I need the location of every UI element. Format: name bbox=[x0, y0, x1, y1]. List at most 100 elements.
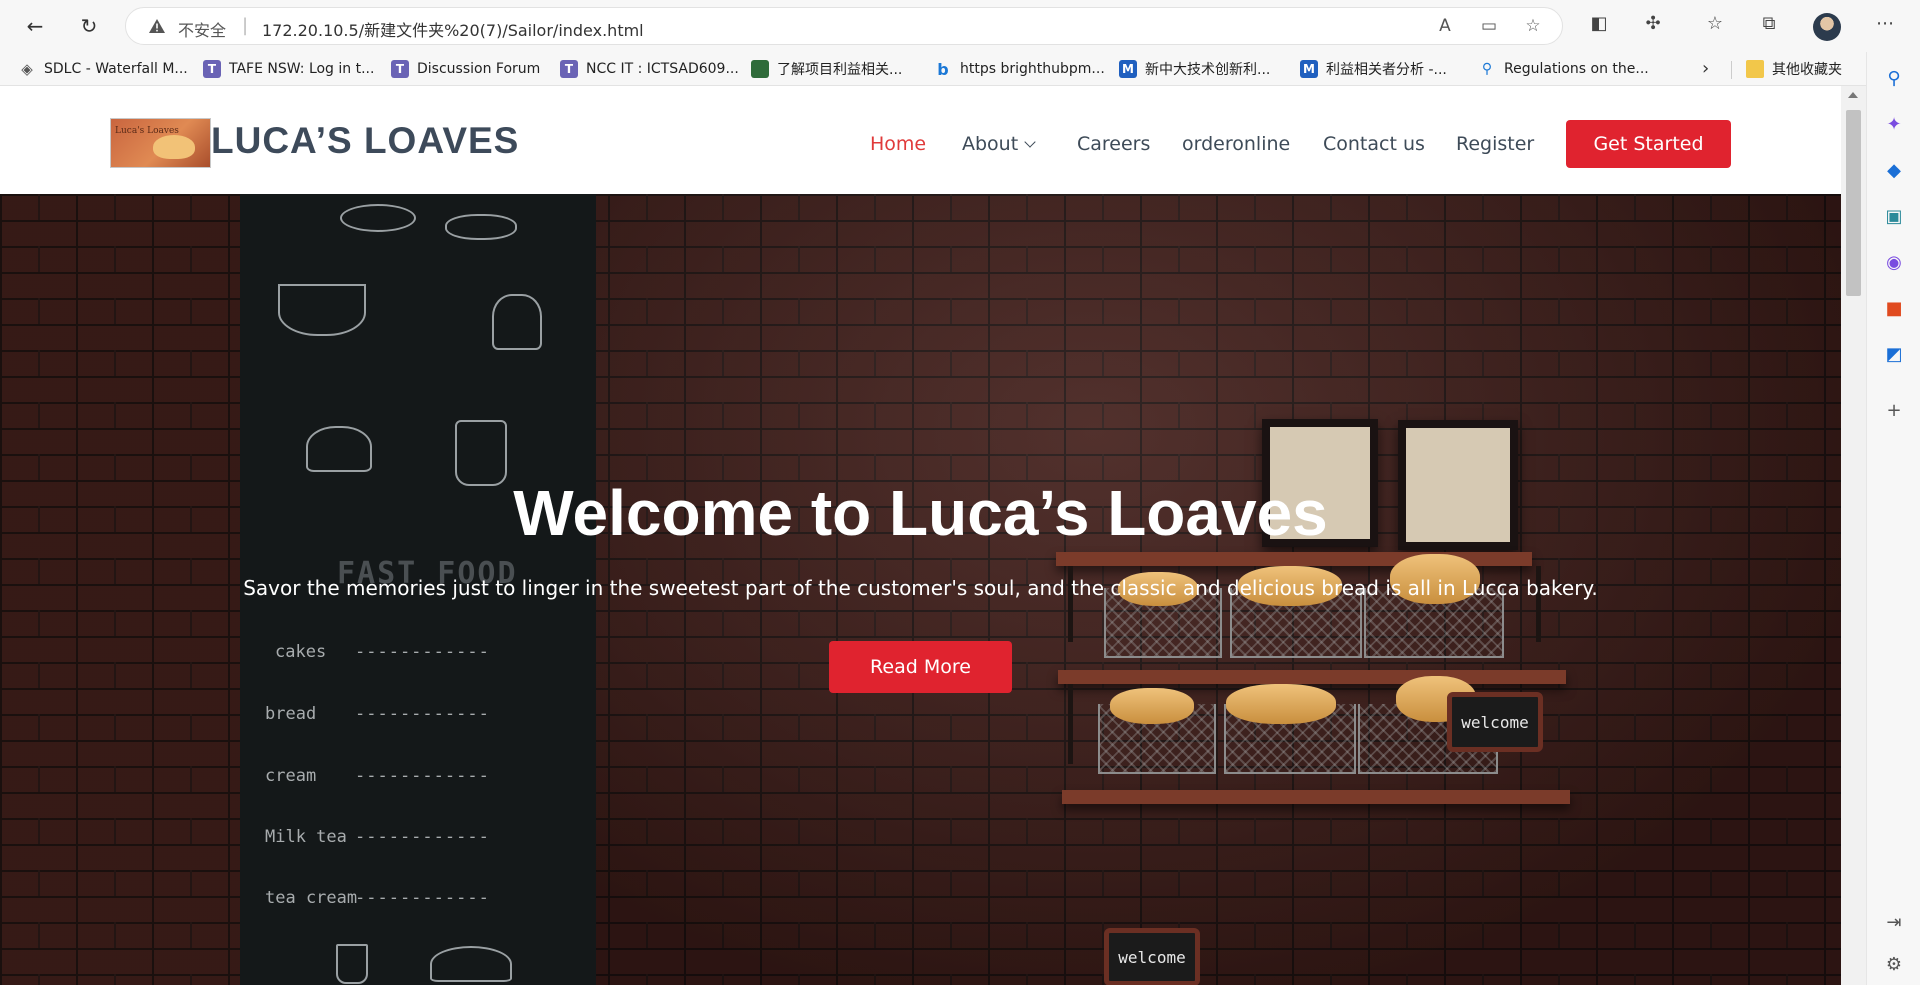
bookmark-label: https brighthubpm... bbox=[960, 61, 1105, 77]
diamond-icon: ◈ bbox=[21, 60, 33, 78]
folder-icon bbox=[1746, 60, 1764, 78]
t-logo-icon: T bbox=[391, 60, 409, 78]
m-logo-icon: M bbox=[1300, 60, 1318, 78]
website-viewport: Luca's Loaves LUCA’S LOAVES Home About C… bbox=[0, 86, 1841, 985]
warning-icon bbox=[149, 19, 165, 33]
menu-dashes: ------------ bbox=[355, 704, 490, 724]
browser-toolbar: ← ↻ 不安全 | 172.20.10.5/新建文件夹%20(7)/Sailor… bbox=[0, 0, 1920, 52]
nav-about-label: About bbox=[962, 133, 1019, 155]
bookmark-label: 利益相关者分析 -... bbox=[1326, 62, 1447, 78]
games-icon[interactable]: ◉ bbox=[1882, 250, 1906, 274]
drink-doodle-icon bbox=[336, 944, 368, 984]
bookmark-label: NCC IT : ICTSAD609... bbox=[586, 61, 739, 77]
bookmark-item[interactable]: M 新中大技术创新利... bbox=[1119, 59, 1270, 79]
refresh-icon[interactable]: ↻ bbox=[74, 11, 104, 41]
profile-avatar[interactable] bbox=[1813, 13, 1841, 41]
site-logo[interactable]: Luca's Loaves bbox=[110, 118, 211, 168]
burger-doodle-icon bbox=[306, 426, 372, 472]
bookmark-item[interactable]: T TAFE NSW: Log in t... bbox=[203, 59, 374, 79]
menu-item: cakes bbox=[275, 642, 327, 662]
app-available-icon[interactable]: ▭ bbox=[1478, 16, 1500, 38]
nav-home[interactable]: Home bbox=[870, 133, 926, 155]
hero-section: cakes bread cream Milk tea tea cream ---… bbox=[0, 194, 1841, 985]
chevron-right-icon[interactable]: › bbox=[1702, 58, 1709, 79]
outlook-icon[interactable]: ◩ bbox=[1882, 342, 1906, 366]
menu-item: cream bbox=[265, 766, 317, 786]
extensions-icon[interactable]: ✣ bbox=[1640, 13, 1666, 39]
read-more-button[interactable]: Read More bbox=[829, 641, 1012, 693]
bread-loaf-icon bbox=[153, 135, 195, 159]
bookmark-label: SDLC - Waterfall M... bbox=[44, 61, 188, 77]
menu-dashes: ------------ bbox=[355, 642, 490, 662]
bookmark-label: TAFE NSW: Log in t... bbox=[229, 61, 375, 77]
bookmark-item[interactable]: T NCC IT : ICTSAD609... bbox=[560, 59, 739, 79]
bookmark-item[interactable]: ◈ SDLC - Waterfall M... bbox=[18, 59, 188, 79]
shelf-bracket bbox=[1068, 684, 1073, 764]
bookmark-item[interactable]: 了解项目利益相关... bbox=[751, 59, 902, 79]
get-started-button[interactable]: Get Started bbox=[1566, 120, 1731, 168]
bread-loaf bbox=[1110, 688, 1194, 724]
burger-doodle-icon bbox=[492, 294, 542, 350]
bookmark-item[interactable]: M 利益相关者分析 -... bbox=[1300, 59, 1447, 79]
bookmark-label: 新中大技术创新利... bbox=[1145, 62, 1271, 78]
shopping-tag-icon[interactable]: ◆ bbox=[1882, 158, 1906, 182]
nav-about[interactable]: About bbox=[962, 133, 1036, 155]
croissant-doodle-icon bbox=[430, 946, 512, 982]
site-header: Luca's Loaves LUCA’S LOAVES Home About C… bbox=[0, 86, 1841, 194]
bookmark-label: Regulations on the... bbox=[1504, 61, 1649, 77]
url-text[interactable]: 172.20.10.5/新建文件夹%20(7)/Sailor/index.htm… bbox=[262, 17, 644, 41]
shelf bbox=[1062, 790, 1570, 804]
hero-subtitle: Savor the memories just to linger in the… bbox=[243, 576, 1598, 600]
menu-item: bread bbox=[265, 704, 317, 724]
read-aloud-icon[interactable]: A bbox=[1434, 16, 1456, 38]
collections-icon[interactable]: ⧉ bbox=[1756, 13, 1782, 39]
brand-name[interactable]: LUCA’S LOAVES bbox=[211, 120, 519, 162]
t-logo-icon: T bbox=[203, 60, 221, 78]
hero-title: Welcome to Luca’s Loaves bbox=[513, 477, 1328, 549]
t-logo-icon: T bbox=[560, 60, 578, 78]
bookmark-divider bbox=[1731, 61, 1732, 79]
favorite-star-icon[interactable]: ☆ bbox=[1522, 16, 1544, 38]
add-icon[interactable]: + bbox=[1882, 398, 1906, 422]
page-scrollbar[interactable] bbox=[1841, 86, 1866, 985]
hide-sidebar-icon[interactable]: ⇥ bbox=[1882, 910, 1906, 934]
bookmark-label: Discussion Forum bbox=[417, 61, 541, 77]
search-icon[interactable]: ⚲ bbox=[1882, 66, 1906, 90]
collections-split-icon[interactable]: ◧ bbox=[1586, 13, 1612, 39]
nav-contact[interactable]: Contact us bbox=[1323, 133, 1425, 155]
sandwich-doodle-icon bbox=[445, 214, 517, 240]
search-icon: ⚲ bbox=[1481, 61, 1493, 77]
more-menu-icon[interactable]: ⋯ bbox=[1872, 13, 1898, 39]
settings-gear-icon[interactable]: ⚙ bbox=[1882, 952, 1906, 976]
insecure-label: 不安全 bbox=[178, 21, 227, 40]
scroll-up-arrow-icon[interactable] bbox=[1848, 92, 1858, 98]
coffee-cup-doodle-icon bbox=[278, 284, 366, 336]
bookmark-item[interactable]: b https brighthubpm... bbox=[934, 59, 1105, 79]
address-bar[interactable]: 不安全 | 172.20.10.5/新建文件夹%20(7)/Sailor/ind… bbox=[125, 7, 1563, 45]
copilot-icon[interactable]: ✦ bbox=[1882, 112, 1906, 136]
browser-sidebar: ⚲ ✦ ◆ ▣ ◉ ■ ◩ + ⇥ ⚙ bbox=[1866, 52, 1920, 985]
bookmark-label: 了解项目利益相关... bbox=[777, 62, 903, 78]
bookmark-item[interactable]: ⚲ Regulations on the... bbox=[1478, 59, 1649, 79]
shelf bbox=[1058, 670, 1566, 684]
bookmark-item[interactable]: T Discussion Forum bbox=[391, 59, 540, 79]
nav-orderonline[interactable]: orderonline bbox=[1182, 133, 1290, 155]
other-bookmarks-folder[interactable]: 其他收藏夹 bbox=[1746, 59, 1842, 79]
welcome-sign: welcome bbox=[1447, 692, 1543, 752]
url-divider: | bbox=[242, 15, 249, 36]
nav-careers[interactable]: Careers bbox=[1077, 133, 1150, 155]
bread-loaf bbox=[1226, 684, 1336, 724]
hotdog-doodle-icon bbox=[340, 204, 416, 232]
welcome-sign: welcome bbox=[1104, 928, 1200, 985]
favorites-icon[interactable]: ☆ bbox=[1702, 13, 1728, 39]
nav-register[interactable]: Register bbox=[1456, 133, 1534, 155]
office-icon[interactable]: ■ bbox=[1882, 296, 1906, 320]
back-arrow-icon[interactable]: ← bbox=[20, 11, 50, 41]
menu-item: tea cream bbox=[265, 888, 358, 908]
bing-icon: b bbox=[937, 59, 949, 79]
chevron-down-icon bbox=[1024, 136, 1036, 148]
scroll-thumb[interactable] bbox=[1846, 110, 1861, 296]
tools-icon[interactable]: ▣ bbox=[1882, 204, 1906, 228]
site-favicon-icon bbox=[751, 60, 769, 78]
menu-item: Milk tea bbox=[265, 827, 347, 847]
